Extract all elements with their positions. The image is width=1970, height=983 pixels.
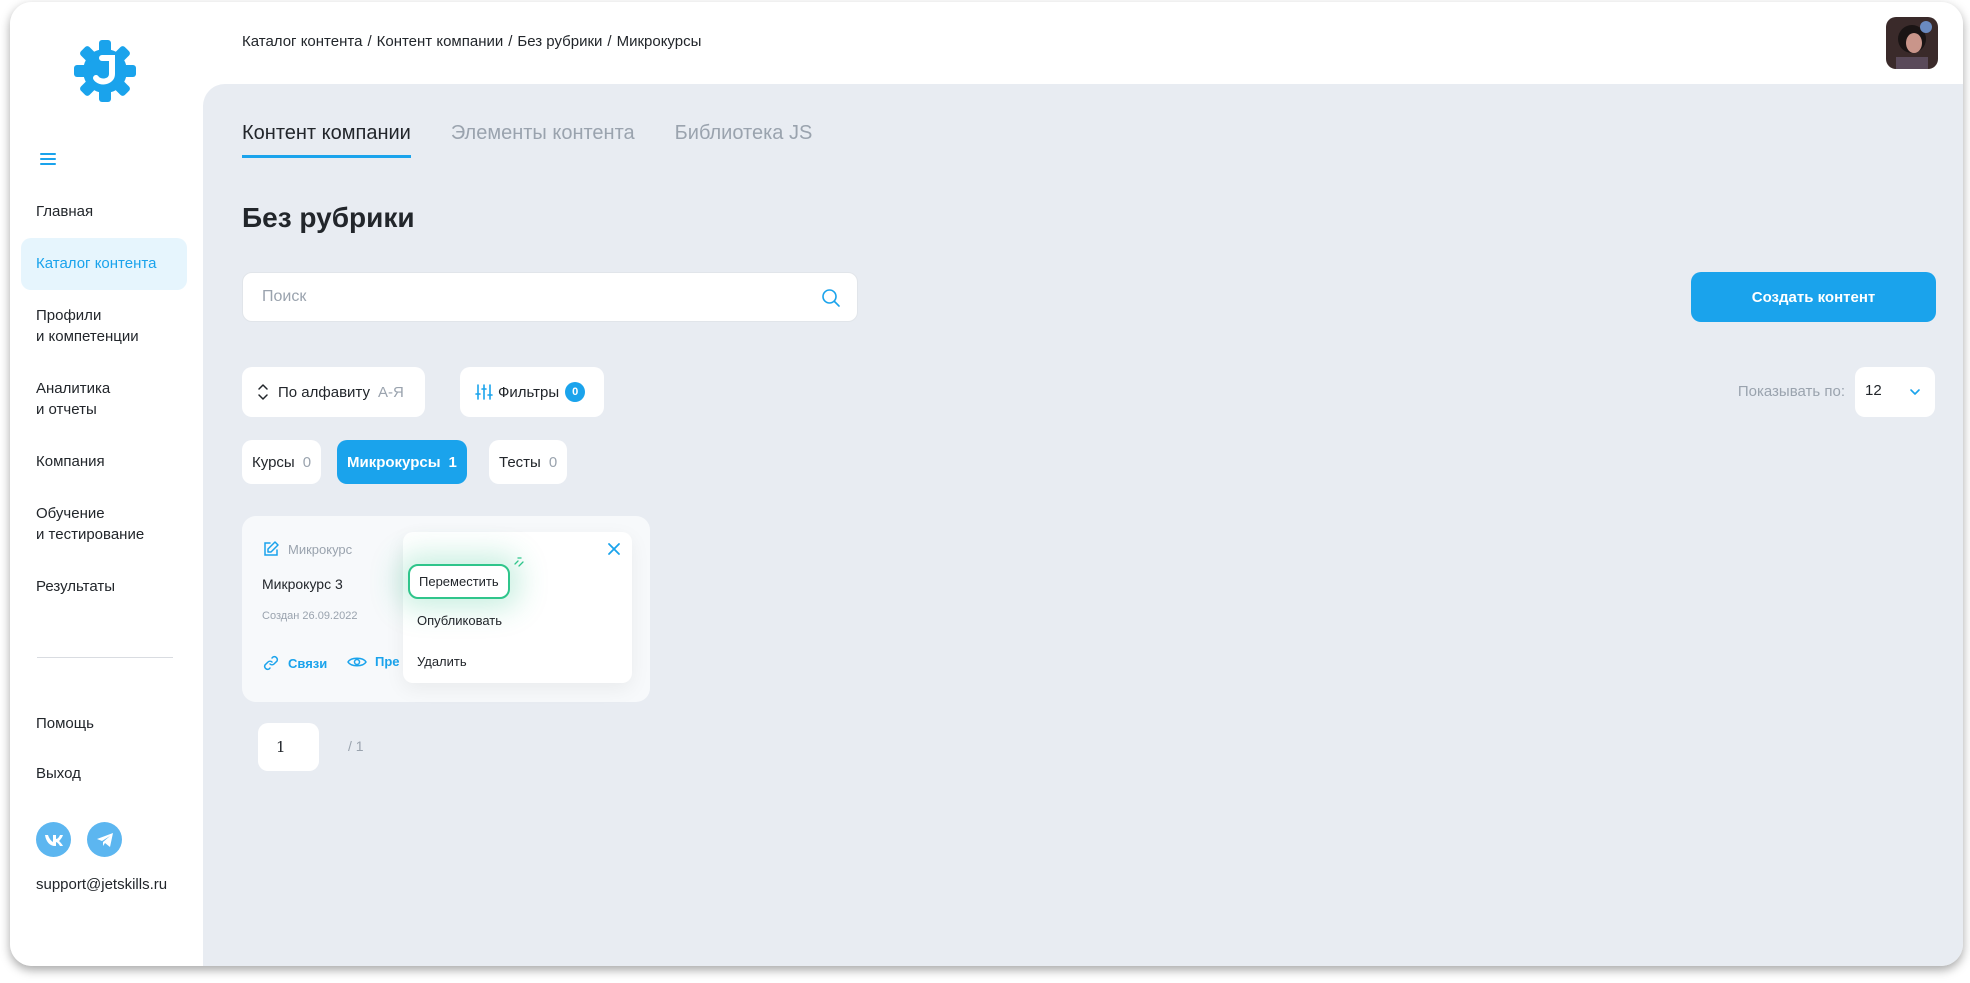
tab-company-content[interactable]: Контент компании [242, 122, 411, 158]
chevron-down-icon [1910, 389, 1920, 395]
page-title: Без рубрики [242, 202, 415, 233]
card-preview-button[interactable]: Пре [347, 654, 400, 669]
sidebar-nav: Главная Каталог контента Профили и компе… [21, 186, 187, 613]
breadcrumb-current: Микрокурсы [616, 33, 702, 50]
breadcrumb: Каталог контента / Контент компании / Без ру… [242, 33, 702, 50]
close-icon[interactable] [606, 541, 622, 557]
card-type: Микрокурс [262, 540, 352, 558]
sort-icon [258, 384, 268, 400]
filters-icon [475, 384, 493, 400]
jetskills-logo-icon[interactable] [72, 38, 138, 104]
tab-js-library[interactable]: Библиотека JS [675, 122, 813, 158]
card-context-menu: Переместить Опубликовать Удалить [403, 532, 632, 683]
sidebar-divider [37, 657, 173, 658]
sidebar-item-profiles[interactable]: Профили и компетенции [21, 290, 187, 363]
breadcrumb-item[interactable]: Без рубрики [517, 33, 602, 50]
per-page-value: 12 [1865, 382, 1882, 399]
search-box [242, 272, 858, 322]
sparkle-icon [514, 557, 524, 567]
breadcrumb-item[interactable]: Контент компании [377, 33, 504, 50]
menu-item-move[interactable]: Переместить [408, 564, 510, 599]
sidebar-item-label: Профили [36, 307, 102, 324]
tab-content-elements[interactable]: Элементы контента [451, 122, 635, 158]
sidebar: Главная Каталог контента Профили и компе… [10, 2, 203, 966]
per-page-select[interactable]: 12 [1855, 367, 1935, 417]
type-count: 0 [302, 453, 312, 471]
help-link[interactable]: Помощь [36, 715, 94, 732]
filters-label: Фильтры [498, 383, 560, 401]
edit-icon[interactable] [262, 540, 280, 558]
main-content: Контент компании Элементы контента Библи… [203, 84, 1963, 966]
card-title: Микрокурс 3 [262, 576, 343, 592]
eye-icon [347, 657, 367, 666]
vk-icon[interactable] [36, 822, 71, 857]
search-icon[interactable] [821, 288, 841, 308]
per-page-label: Показывать по: [1737, 383, 1845, 400]
sort-label: По алфавиту [278, 383, 370, 401]
menu-item-publish[interactable]: Опубликовать [417, 613, 502, 628]
sidebar-item-label: и отчеты [36, 401, 97, 418]
top-header: Каталог контента / Контент компании / Без ру… [203, 2, 1963, 84]
card-preview-label: Пре [375, 654, 400, 669]
sidebar-item-label: и компетенции [36, 328, 139, 345]
sort-button[interactable]: По алфавиту А-Я [242, 367, 425, 417]
breadcrumb-item[interactable]: Каталог контента [242, 33, 362, 50]
type-count: 1 [448, 453, 457, 471]
avatar[interactable] [1886, 17, 1938, 69]
logout-link[interactable]: Выход [36, 765, 81, 782]
card-date: Создан 26.09.2022 [262, 610, 358, 622]
type-filter-tests[interactable]: Тесты 0 [489, 440, 568, 484]
menu-toggle-icon[interactable] [40, 153, 56, 165]
sidebar-item-company[interactable]: Компания [21, 436, 187, 488]
filters-count-badge: 0 [565, 382, 586, 402]
type-label: Курсы [252, 453, 295, 471]
card-type-label: Микрокурс [288, 541, 353, 557]
link-icon [263, 655, 279, 671]
menu-item-delete[interactable]: Удалить [417, 654, 467, 669]
sidebar-item-label: Аналитика [36, 380, 111, 397]
type-filter-courses[interactable]: Курсы 0 [242, 440, 322, 484]
search-input[interactable] [262, 288, 802, 306]
sidebar-item-label: и тестирование [36, 526, 145, 543]
app-window: Главная Каталог контента Профили и компе… [10, 2, 1963, 966]
type-count: 0 [548, 453, 558, 471]
sidebar-item-home[interactable]: Главная [21, 186, 187, 238]
sort-order: А-Я [377, 383, 404, 401]
type-filter-microcourses[interactable]: Микрокурсы 1 [337, 440, 467, 484]
card-links-label: Связи [288, 655, 328, 671]
telegram-icon[interactable] [87, 822, 122, 857]
filters-button[interactable]: Фильтры 0 [460, 367, 604, 417]
support-email[interactable]: support@jetskills.ru [36, 876, 167, 893]
page-total: / 1 [348, 738, 364, 754]
sidebar-item-analytics[interactable]: Аналитика и отчеты [21, 363, 187, 436]
sidebar-item-learning[interactable]: Обучение и тестирование [21, 488, 187, 561]
type-label: Микрокурсы [347, 453, 441, 471]
page-number-input[interactable]: 1 [258, 723, 319, 771]
sidebar-item-catalog[interactable]: Каталог контента [21, 238, 187, 290]
type-label: Тесты [499, 453, 541, 471]
content-tabs: Контент компании Элементы контента Библи… [242, 122, 812, 158]
card-links-button[interactable]: Связи [262, 654, 327, 672]
sidebar-item-label: Обучение [36, 505, 105, 522]
sidebar-item-results[interactable]: Результаты [21, 561, 187, 613]
create-content-button[interactable]: Создать контент [1691, 272, 1936, 322]
